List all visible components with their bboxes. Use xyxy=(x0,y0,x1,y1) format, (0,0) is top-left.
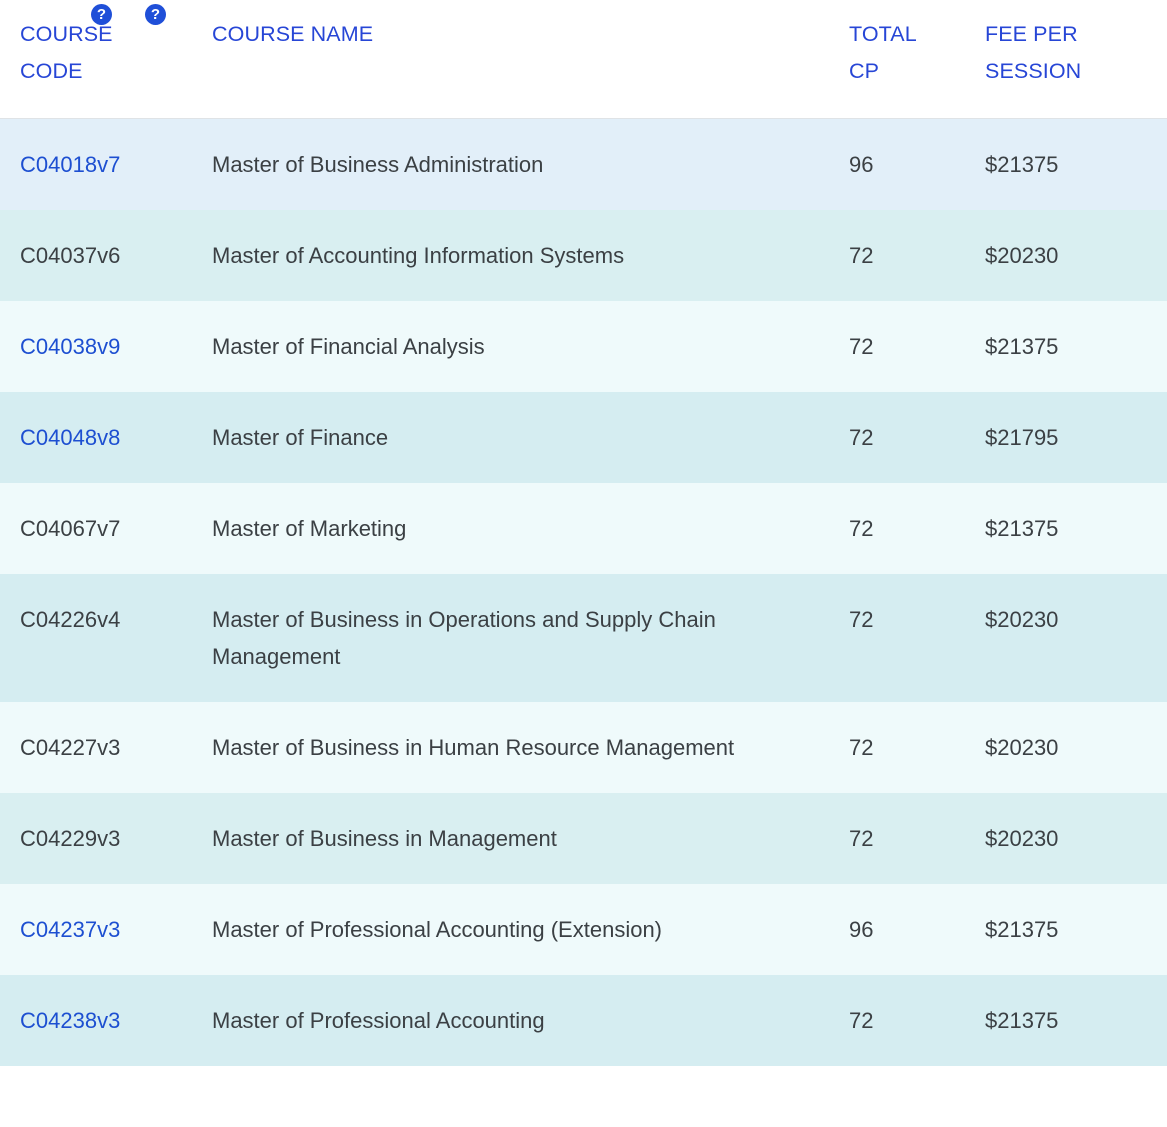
cell-course-code: C04067v7 xyxy=(0,483,196,574)
cell-course-code: C04229v3 xyxy=(0,793,196,884)
cell-course-name: Master of Financial Analysis xyxy=(212,333,485,359)
help-icon-total-cp[interactable]: ? xyxy=(91,4,112,25)
column-header-course-name-label: COURSE NAME xyxy=(212,22,374,46)
column-header-course-name[interactable]: COURSE NAME xyxy=(196,0,840,119)
cell-fee-per-session: $21375 xyxy=(985,916,1059,942)
cell-course-name: Master of Finance xyxy=(212,424,389,450)
column-header-fee-per-session-label: FEE PER SESSION xyxy=(985,22,1082,83)
cell-fee-per-session: $21375 xyxy=(985,1007,1059,1033)
cell-course-name: Master of Business in Operations and Sup… xyxy=(212,606,716,669)
cell-course-name: Master of Marketing xyxy=(212,515,407,541)
course-fees-table: COURSE CODE COURSE NAME TOTAL CP ? FEE P… xyxy=(0,0,1167,1066)
course-code-link[interactable]: C04048v8 xyxy=(20,425,120,450)
cell-course-code: C04226v4 xyxy=(0,574,196,702)
cell-fee-per-session: $20230 xyxy=(985,825,1059,851)
cell-course-code: C04238v3 xyxy=(0,975,196,1066)
cell-course-name: Master of Business in Management xyxy=(212,825,557,851)
cell-total-cp: 96 xyxy=(849,151,874,177)
column-header-total-cp-label: TOTAL CP xyxy=(849,22,917,83)
cell-course-name: Master of Professional Accounting (Exten… xyxy=(212,916,663,942)
cell-course-name: Master of Business in Human Resource Man… xyxy=(212,734,735,760)
cell-course-code: C04227v3 xyxy=(0,702,196,793)
table-row: C04038v9 Master of Financial Analysis 72 $2… xyxy=(0,300,1167,392)
table-row: C04018v7 Master of Business Administratio… xyxy=(0,118,1167,210)
cell-course-name: Master of Professional Accounting xyxy=(212,1007,545,1033)
course-code-text: C04229v3 xyxy=(20,825,121,851)
column-header-fee-per-session[interactable]: FEE PER SESSION ? xyxy=(145,0,1167,119)
cell-course-code: C04048v8 xyxy=(0,392,196,483)
course-code-link[interactable]: C04238v3 xyxy=(20,1008,120,1033)
cell-total-cp: 72 xyxy=(849,825,874,851)
column-header-total-cp[interactable]: TOTAL CP ? xyxy=(91,0,981,119)
cell-fee-per-session: $21375 xyxy=(985,151,1059,177)
cell-course-name: Master of Business Administration xyxy=(212,151,544,177)
cell-total-cp: 72 xyxy=(849,1007,874,1033)
table-row: C04048v8 Master of Finance 72 $21795 xyxy=(0,391,1167,483)
cell-fee-per-session: $21795 xyxy=(985,424,1059,450)
table-row: C04067v7 Master of Marketing 72 $21375 xyxy=(0,482,1167,574)
course-code-text: C04227v3 xyxy=(20,734,121,760)
table-header-row: COURSE CODE COURSE NAME TOTAL CP ? FEE P… xyxy=(0,0,1167,119)
course-code-text: C04037v6 xyxy=(20,242,121,268)
cell-course-code: C04038v9 xyxy=(0,301,196,392)
cell-fee-per-session: $21375 xyxy=(985,515,1059,541)
table-header: COURSE CODE COURSE NAME TOTAL CP ? FEE P… xyxy=(0,0,1167,119)
cell-course-code: C04237v3 xyxy=(0,884,196,975)
cell-course-code: C04037v6 xyxy=(0,210,196,301)
table-row: C04238v3 Master of Professional Accountin… xyxy=(0,974,1167,1066)
cell-total-cp: 72 xyxy=(849,734,874,760)
course-code-text: C04067v7 xyxy=(20,515,121,541)
course-code-link[interactable]: C04038v9 xyxy=(20,334,120,359)
cell-fee-per-session: $20230 xyxy=(985,734,1059,760)
help-icon-fee-per-session[interactable]: ? xyxy=(145,4,166,25)
cell-fee-per-session: $21375 xyxy=(985,333,1059,359)
column-header-course-code-label: COURSE CODE xyxy=(20,22,113,83)
cell-total-cp: 72 xyxy=(849,424,874,450)
cell-total-cp: 72 xyxy=(849,606,874,632)
course-code-text: C04226v4 xyxy=(20,606,121,632)
table-row: C04229v3 Master of Business in Management… xyxy=(0,792,1167,884)
cell-fee-per-session: $20230 xyxy=(985,242,1059,268)
table-row: C04227v3 Master of Business in Human Reso… xyxy=(0,701,1167,793)
cell-total-cp: 72 xyxy=(849,333,874,359)
table-body: C04018v7 Master of Business Administratio… xyxy=(0,118,1167,1066)
table-row: C04237v3 Master of Professional Accountin… xyxy=(0,883,1167,975)
cell-fee-per-session: $20230 xyxy=(985,606,1059,632)
cell-course-name: Master of Accounting Information Systems xyxy=(212,242,625,268)
table-row: C04226v4 Master of Business in Operations… xyxy=(0,573,1167,702)
course-code-link[interactable]: C04237v3 xyxy=(20,917,120,942)
cell-course-code: C04018v7 xyxy=(0,118,196,210)
cell-total-cp: 72 xyxy=(849,515,874,541)
cell-total-cp: 72 xyxy=(849,242,874,268)
course-code-link[interactable]: C04018v7 xyxy=(20,152,120,177)
cell-total-cp: 96 xyxy=(849,916,874,942)
table-row: C04037v6 Master of Accounting Information… xyxy=(0,209,1167,301)
